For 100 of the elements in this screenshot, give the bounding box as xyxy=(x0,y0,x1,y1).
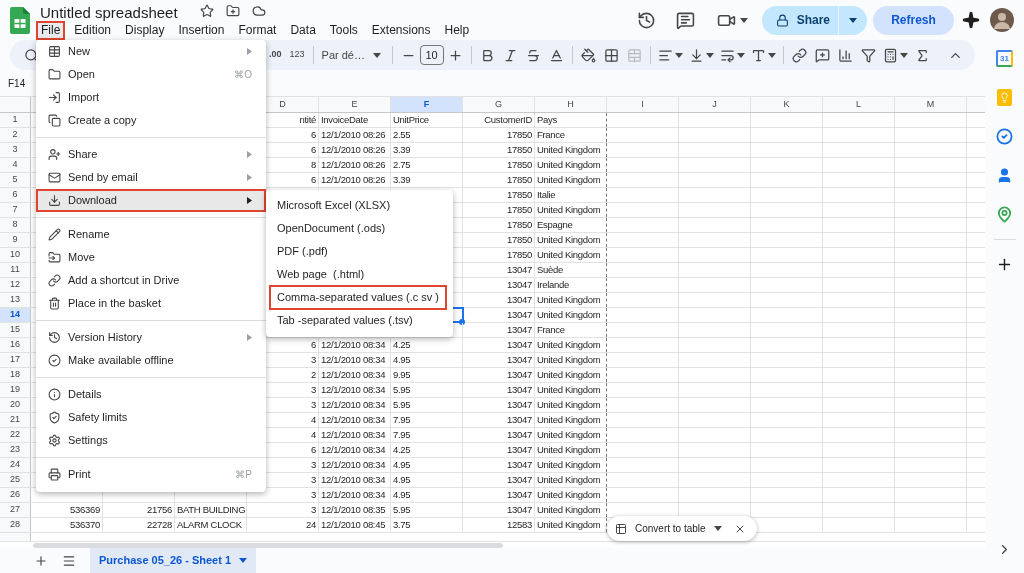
sparkle-icon[interactable] xyxy=(962,11,980,29)
decimal-button[interactable]: .00 xyxy=(269,48,282,62)
column-header[interactable]: K xyxy=(751,97,823,112)
map-pin-icon[interactable] xyxy=(996,206,1013,223)
table-cell: United Kingdom xyxy=(535,518,607,532)
row-header[interactable]: 16 xyxy=(0,338,31,352)
row-header[interactable]: 8 xyxy=(0,218,31,232)
table-cell: 4.25 xyxy=(391,443,463,457)
sheet-tab[interactable]: Purchase 05_26 - Sheet 1 xyxy=(90,548,257,573)
menu-item[interactable]: Edition xyxy=(69,20,117,40)
share-label[interactable]: Share xyxy=(796,11,830,29)
menu-item[interactable]: Tools xyxy=(324,20,363,40)
menu-option[interactable]: Web page (.html) xyxy=(269,262,373,287)
menu-option[interactable]: OpenDocument (.ods) xyxy=(269,216,394,241)
column-header[interactable]: I xyxy=(607,97,679,112)
avatar[interactable] xyxy=(990,8,1014,32)
menu-option[interactable]: New xyxy=(36,40,266,63)
row-header[interactable]: 25 xyxy=(0,473,31,487)
row-header[interactable]: 28 xyxy=(0,518,31,532)
menu-option[interactable]: Download xyxy=(36,189,266,212)
menu-option[interactable]: Place in the basket xyxy=(36,292,266,315)
menu-option[interactable]: Open ⌘O xyxy=(36,63,266,86)
row-header[interactable]: 27 xyxy=(0,503,31,517)
row-header[interactable]: 23 xyxy=(0,443,31,457)
table-cell: Pays xyxy=(535,113,607,127)
row-header[interactable]: 17 xyxy=(0,353,31,367)
row-header[interactable]: 1 xyxy=(0,113,31,127)
menu-item[interactable]: Extensions xyxy=(366,20,436,40)
menu-item[interactable]: Display xyxy=(120,20,170,40)
row-header[interactable]: 19 xyxy=(0,383,31,397)
row-header[interactable]: 7 xyxy=(0,203,31,217)
calendar-icon[interactable]: 31 xyxy=(996,50,1013,67)
share-button[interactable]: Share xyxy=(761,5,867,35)
table-cell: 12/1/2010 08:34 xyxy=(319,383,391,397)
number-format-button[interactable]: 123 xyxy=(289,48,305,62)
table-cell: France xyxy=(535,128,607,142)
font-size-field[interactable]: 10 xyxy=(419,45,444,65)
star-icon[interactable] xyxy=(199,4,214,18)
add-sheet-icon[interactable] xyxy=(34,553,48,568)
spreadsheet-logo[interactable] xyxy=(10,6,30,34)
row-header[interactable]: 10 xyxy=(0,248,31,262)
folder-icon[interactable] xyxy=(225,4,240,18)
column-header[interactable]: F xyxy=(391,97,463,112)
row-header[interactable]: 26 xyxy=(0,488,31,502)
table-cell: United Kingdom xyxy=(535,248,607,262)
menu-option[interactable]: Move xyxy=(36,246,266,269)
refresh-button[interactable]: Refresh xyxy=(873,5,954,35)
cloud-icon[interactable] xyxy=(251,4,266,18)
row-header[interactable]: 14 xyxy=(0,308,31,322)
column-header[interactable]: L xyxy=(823,97,895,112)
row-header[interactable]: 12 xyxy=(0,278,31,292)
row-header[interactable]: 5 xyxy=(0,173,31,187)
row-header[interactable]: 20 xyxy=(0,398,31,412)
row-header[interactable]: 24 xyxy=(0,458,31,472)
row-header[interactable]: 18 xyxy=(0,368,31,382)
table-cell: 3.75 xyxy=(391,518,463,532)
row-header[interactable]: 3 xyxy=(0,143,31,157)
check-circle-icon xyxy=(48,354,61,367)
row-header[interactable]: 4 xyxy=(0,158,31,172)
menu-option[interactable]: PDF (.pdf) xyxy=(269,239,336,264)
table-cell: 13047 xyxy=(463,308,535,322)
table-cell: United Kingdom xyxy=(535,308,607,322)
menu-option[interactable]: Microsoft Excel (XLSX) xyxy=(269,193,399,218)
menu-option[interactable]: Rename xyxy=(36,223,266,246)
row-header[interactable]: 6 xyxy=(0,188,31,202)
font-dropdown[interactable]: Par dé… xyxy=(317,46,388,64)
column-header[interactable]: J xyxy=(679,97,751,112)
document-title[interactable]: Untitled spreadsheet xyxy=(40,2,178,20)
column-header[interactable]: M xyxy=(895,97,967,112)
convert-chip[interactable]: Convert to table xyxy=(607,516,757,541)
comment-icon[interactable] xyxy=(675,10,695,30)
name-box[interactable]: F14 xyxy=(8,75,26,91)
menu-item[interactable]: Data xyxy=(285,20,321,40)
row-header[interactable]: 15 xyxy=(0,323,31,337)
column-header[interactable]: G xyxy=(463,97,535,112)
menu-item[interactable]: Insertion xyxy=(173,20,230,40)
column-header[interactable]: H xyxy=(535,97,607,112)
menu-item[interactable]: File xyxy=(36,20,66,40)
person-icon[interactable] xyxy=(996,167,1013,184)
row-header[interactable]: 13 xyxy=(0,293,31,307)
menu-option[interactable]: Add a shortcut in Drive xyxy=(36,269,266,292)
table-cell: 5.95 xyxy=(391,383,463,397)
settings-icon xyxy=(48,434,61,447)
row-header[interactable]: 11 xyxy=(0,263,31,277)
history-icon[interactable] xyxy=(636,10,656,30)
table-cell: 17850 xyxy=(463,203,535,217)
menu-option[interactable]: Tab -separated values (.tsv) xyxy=(269,308,421,333)
scrollbar-thumb[interactable] xyxy=(33,542,503,548)
menu-item[interactable]: Help xyxy=(439,20,475,40)
row-header[interactable]: 22 xyxy=(0,428,31,442)
menu-icon[interactable] xyxy=(62,553,76,568)
menu-option[interactable]: Comma-separated values (.c sv ) xyxy=(269,285,447,310)
check-circle-icon[interactable] xyxy=(996,128,1013,145)
row-header[interactable]: 21 xyxy=(0,413,31,427)
convert-label[interactable]: Convert to table xyxy=(635,521,706,536)
menu-item[interactable]: Format xyxy=(233,20,282,40)
row-header[interactable]: 9 xyxy=(0,233,31,247)
row-header[interactable]: 2 xyxy=(0,128,31,142)
add-icon[interactable] xyxy=(996,256,1013,273)
table-cell: United Kingdom xyxy=(535,368,607,382)
